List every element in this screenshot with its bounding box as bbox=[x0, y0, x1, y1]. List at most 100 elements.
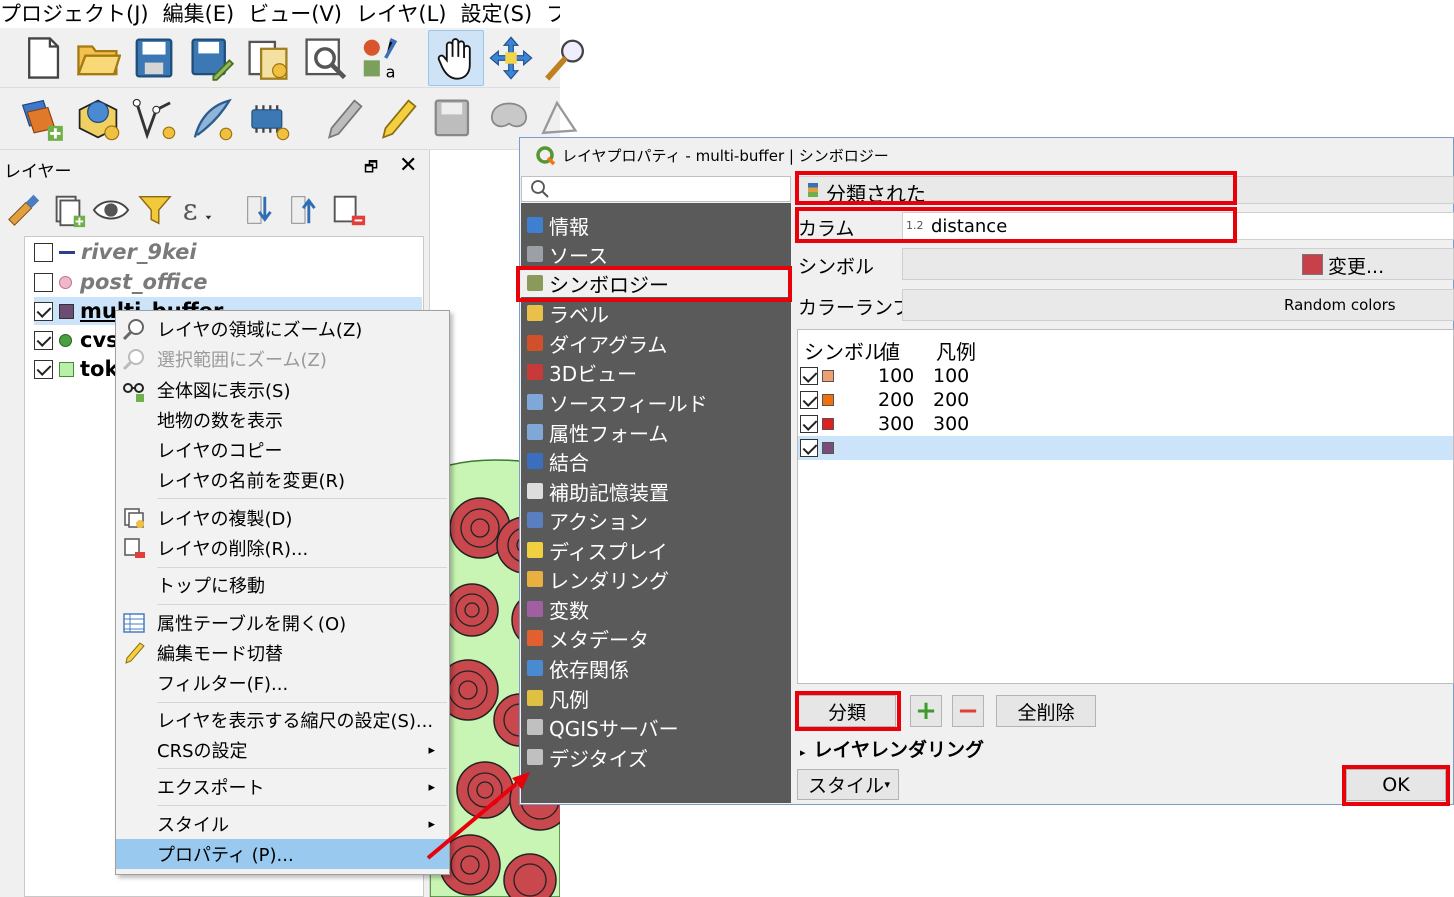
class-color-swatch[interactable] bbox=[822, 394, 834, 406]
pan-to-selection-icon[interactable] bbox=[486, 32, 536, 84]
layer-row[interactable]: river_9kei bbox=[34, 238, 197, 266]
nav-item-2[interactable]: ソース bbox=[527, 240, 608, 268]
menu-view[interactable]: ビュー(V) bbox=[248, 0, 342, 28]
digitize-freehand-icon[interactable] bbox=[186, 93, 236, 145]
zoom-icon[interactable] bbox=[536, 32, 586, 84]
remove-class-button[interactable]: − bbox=[952, 695, 984, 727]
class-color-swatch[interactable] bbox=[822, 418, 834, 430]
digitize-vertex-icon[interactable] bbox=[129, 93, 179, 145]
column-header-symbol[interactable]: シンボル bbox=[804, 336, 884, 365]
menu-style[interactable]: スタイル ▸ bbox=[116, 809, 449, 839]
menu-show-in-overview[interactable]: 全体図に表示(S) bbox=[116, 375, 449, 405]
nav-item-16[interactable]: 依存関係 bbox=[527, 654, 629, 682]
symbol-button[interactable]: 変更... bbox=[902, 248, 1454, 280]
class-row[interactable]: 200 200 bbox=[798, 388, 1453, 412]
nav-item-8[interactable]: 属性フォーム bbox=[527, 418, 668, 446]
nav-item-13[interactable]: レンダリング bbox=[527, 565, 669, 593]
open-project-icon[interactable] bbox=[73, 32, 123, 84]
pan-map-icon[interactable] bbox=[428, 30, 484, 86]
color-ramp-combo[interactable]: Random colors bbox=[902, 289, 1454, 321]
delete-all-button[interactable]: 全削除 bbox=[996, 695, 1096, 727]
layer-visibility-checkbox[interactable] bbox=[34, 242, 53, 262]
layout-manager-icon[interactable] bbox=[300, 32, 350, 84]
menu-open-attribute-table[interactable]: 属性テーブルを開く(O) bbox=[116, 608, 449, 638]
nav-item-11[interactable]: アクション bbox=[527, 506, 648, 534]
nav-item-18[interactable]: QGISサーバー bbox=[527, 713, 679, 741]
nav-search-input[interactable] bbox=[521, 176, 791, 202]
nav-item-5[interactable]: ダイアグラム bbox=[527, 329, 667, 357]
class-color-swatch[interactable] bbox=[822, 370, 834, 382]
add-group-icon[interactable] bbox=[48, 190, 88, 230]
toggle-edit-icon[interactable] bbox=[372, 93, 422, 145]
close-panel-icon[interactable]: ✕ bbox=[399, 153, 417, 178]
edit-pencil-icon[interactable] bbox=[318, 93, 368, 145]
float-panel-icon[interactable]: 🗗 bbox=[364, 157, 378, 182]
layer-row[interactable]: tok bbox=[34, 355, 118, 383]
menu-plugins[interactable]: プ bbox=[546, 0, 560, 28]
nav-item-7[interactable]: ソースフィールド bbox=[527, 388, 708, 416]
nav-item-6[interactable]: 3Dビュー bbox=[527, 358, 637, 386]
menu-remove-layer[interactable]: レイヤの削除(R)... bbox=[116, 533, 449, 563]
expand-all-icon[interactable] bbox=[241, 190, 281, 230]
menu-settings[interactable]: 設定(S) bbox=[460, 0, 532, 28]
data-source-manager-icon[interactable] bbox=[16, 93, 66, 145]
nav-item-17[interactable]: 凡例 bbox=[527, 684, 589, 712]
layer-visibility-checkbox[interactable] bbox=[34, 272, 53, 292]
menu-properties[interactable]: プロパティ (P)... bbox=[116, 839, 449, 869]
layer-row[interactable]: post_office bbox=[34, 268, 208, 296]
menu-layer[interactable]: レイヤ(L) bbox=[356, 0, 446, 28]
add-class-button[interactable]: + bbox=[910, 695, 942, 727]
menu-project[interactable]: プロジェクト(J) bbox=[0, 0, 149, 28]
nav-item-19[interactable]: デジタイズ bbox=[527, 743, 648, 771]
class-color-swatch[interactable] bbox=[822, 442, 834, 454]
menu-toggle-editing[interactable]: 編集モード切替 bbox=[116, 638, 449, 668]
menu-move-to-top[interactable]: トップに移動 bbox=[116, 570, 449, 600]
menu-zoom-to-layer[interactable]: レイヤの領域にズーム(Z) bbox=[116, 314, 449, 344]
column-header-value[interactable]: 値 bbox=[880, 336, 900, 365]
save-as-icon[interactable] bbox=[186, 32, 236, 84]
class-visibility-checkbox[interactable] bbox=[800, 415, 818, 433]
menu-filter[interactable]: フィルター(F)... bbox=[116, 668, 449, 698]
manage-visibility-icon[interactable] bbox=[91, 190, 131, 230]
new-geopackage-layer-icon[interactable] bbox=[73, 93, 123, 145]
nav-item-14[interactable]: 変数 bbox=[527, 595, 589, 623]
menu-set-scale-visibility[interactable]: レイヤを表示する縮尺の設定(S)... bbox=[116, 705, 449, 735]
nav-item-1[interactable]: 情報 bbox=[527, 211, 589, 239]
layer-rendering-group[interactable]: ▸ レイヤレンダリング bbox=[800, 735, 984, 762]
nav-item-15[interactable]: メタデータ bbox=[527, 624, 649, 652]
menu-copy-layer[interactable]: レイヤのコピー bbox=[116, 435, 449, 465]
collapse-all-icon[interactable] bbox=[285, 190, 325, 230]
remove-layer-icon[interactable] bbox=[328, 190, 368, 230]
new-temporary-layer-icon[interactable] bbox=[243, 93, 293, 145]
class-row[interactable]: 100 100 bbox=[798, 364, 1453, 388]
class-row-other[interactable] bbox=[798, 436, 1453, 460]
class-row[interactable]: 300 300 bbox=[798, 412, 1453, 436]
class-visibility-checkbox[interactable] bbox=[800, 439, 818, 457]
filter-expression-icon[interactable]: ε bbox=[178, 190, 218, 230]
menu-export[interactable]: エクスポート ▸ bbox=[116, 772, 449, 802]
layer-visibility-checkbox[interactable] bbox=[34, 359, 53, 379]
layer-visibility-checkbox[interactable] bbox=[34, 301, 53, 321]
menu-edit[interactable]: 編集(E) bbox=[163, 0, 235, 28]
menu-set-crs[interactable]: CRSの設定 ▸ bbox=[116, 735, 449, 765]
class-visibility-checkbox[interactable] bbox=[800, 367, 818, 385]
column-header-legend[interactable]: 凡例 bbox=[936, 336, 976, 365]
nav-item-9[interactable]: 結合 bbox=[527, 447, 589, 475]
nav-item-4[interactable]: ラベル bbox=[527, 299, 609, 327]
save-edits-icon[interactable] bbox=[428, 93, 478, 145]
nav-item-12[interactable]: ディスプレイ bbox=[527, 536, 668, 564]
new-print-layout-icon[interactable] bbox=[243, 32, 293, 84]
menu-show-feature-count[interactable]: 地物の数を表示 bbox=[116, 405, 449, 435]
layer-row[interactable]: cvs bbox=[34, 326, 119, 354]
style-layers-icon[interactable] bbox=[4, 190, 44, 230]
filter-legend-icon[interactable] bbox=[135, 190, 175, 230]
save-project-icon[interactable] bbox=[129, 32, 179, 84]
nav-item-10[interactable]: 補助記憶装置 bbox=[527, 477, 669, 505]
new-project-icon[interactable] bbox=[18, 32, 68, 84]
menu-rename-layer[interactable]: レイヤの名前を変更(R) bbox=[116, 465, 449, 495]
style-manager-icon[interactable]: a bbox=[356, 32, 406, 84]
menu-duplicate-layer[interactable]: レイヤの複製(D) bbox=[116, 503, 449, 533]
class-visibility-checkbox[interactable] bbox=[800, 391, 818, 409]
layer-visibility-checkbox[interactable] bbox=[34, 330, 53, 350]
style-menu-button[interactable]: スタイル ▾ bbox=[797, 769, 899, 800]
